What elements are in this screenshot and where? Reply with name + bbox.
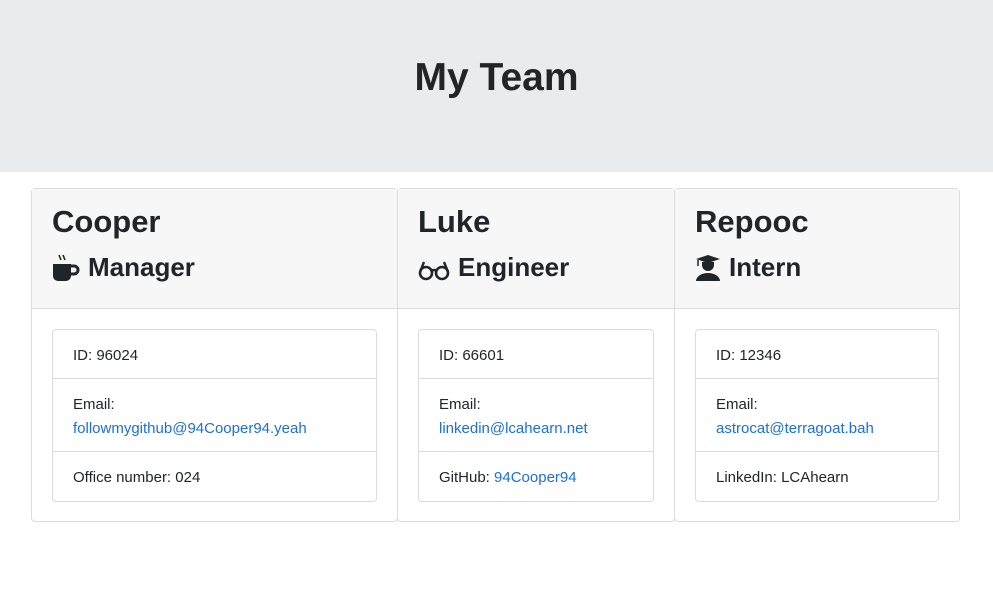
linkedin-item: LinkedIn: LCAhearn xyxy=(716,469,849,486)
id-item: ID: 12346 xyxy=(696,330,938,379)
email-link[interactable]: astrocat@terragoat.bah xyxy=(716,420,874,437)
id-item: ID: 96024 xyxy=(53,330,376,379)
linkedin-value: LCAhearn xyxy=(781,469,849,486)
employee-card-manager: Cooper Manager ID: 96024 Email: followmyg… xyxy=(31,188,398,522)
page-title: My Team xyxy=(414,56,579,99)
employee-id: 96024 xyxy=(96,347,139,364)
email-item: Email: followmygithub@94Cooper94.yeah xyxy=(53,379,376,452)
page-header: My Team xyxy=(0,0,993,172)
card-header: Repooc Intern xyxy=(675,189,959,309)
email-link[interactable]: followmygithub@94Cooper94.yeah xyxy=(73,420,307,437)
employee-role: Manager xyxy=(88,252,195,282)
id-item: ID: 66601 xyxy=(419,330,653,379)
github-item: GitHub: 94Cooper94 xyxy=(439,469,577,486)
card-header: Luke Engineer xyxy=(398,189,674,309)
email-item: Email: astrocat@terragoat.bah xyxy=(696,379,938,452)
user-graduate-icon xyxy=(696,254,720,281)
employee-name: Luke xyxy=(418,204,491,239)
employee-name: Cooper xyxy=(52,204,161,239)
employee-role: Engineer xyxy=(458,252,570,282)
card-header: Cooper Manager xyxy=(32,189,397,309)
office-number: 024 xyxy=(175,469,201,486)
office-item: Office number: 024 xyxy=(73,469,201,486)
info-list: ID: 66601 Email: linkedin@lcahearn.net Gi… xyxy=(418,329,654,502)
employee-name: Repooc xyxy=(695,204,809,239)
glasses-icon xyxy=(418,261,450,280)
employee-card-engineer: Luke Engineer ID: 66601 Email: linkedin@l… xyxy=(397,188,675,522)
employee-id: 66601 xyxy=(462,347,505,364)
employee-role: Intern xyxy=(729,252,802,282)
employee-id: 12346 xyxy=(739,347,782,364)
employee-card-intern: Repooc Intern ID: 12346 Email: astrocat@t… xyxy=(674,188,960,522)
info-list: ID: 12346 Email: astrocat@terragoat.bah L… xyxy=(695,329,939,502)
email-item: Email: linkedin@lcahearn.net xyxy=(419,379,653,452)
info-list: ID: 96024 Email: followmygithub@94Cooper9… xyxy=(52,329,377,502)
email-link[interactable]: linkedin@lcahearn.net xyxy=(439,420,588,437)
coffee-icon xyxy=(53,254,80,281)
github-link[interactable]: 94Cooper94 xyxy=(494,469,577,486)
